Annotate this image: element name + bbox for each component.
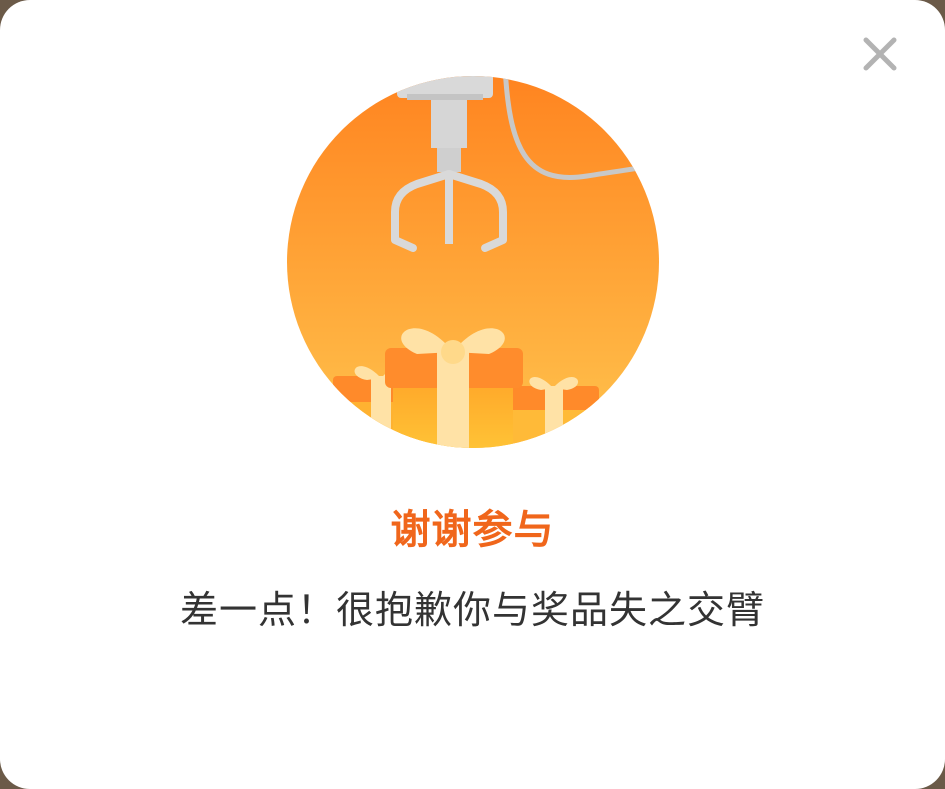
result-title: 谢谢参与 [390,507,555,553]
result-message: 差一点！很抱歉你与奖品失之交臂 [179,588,765,632]
close-icon [863,37,897,71]
claw-machine-gift-icon [287,76,659,448]
close-button[interactable] [856,30,904,78]
result-dialog: 谢谢参与 差一点！很抱歉你与奖品失之交臂 [0,0,945,789]
claw-machine-illustration [287,76,659,448]
